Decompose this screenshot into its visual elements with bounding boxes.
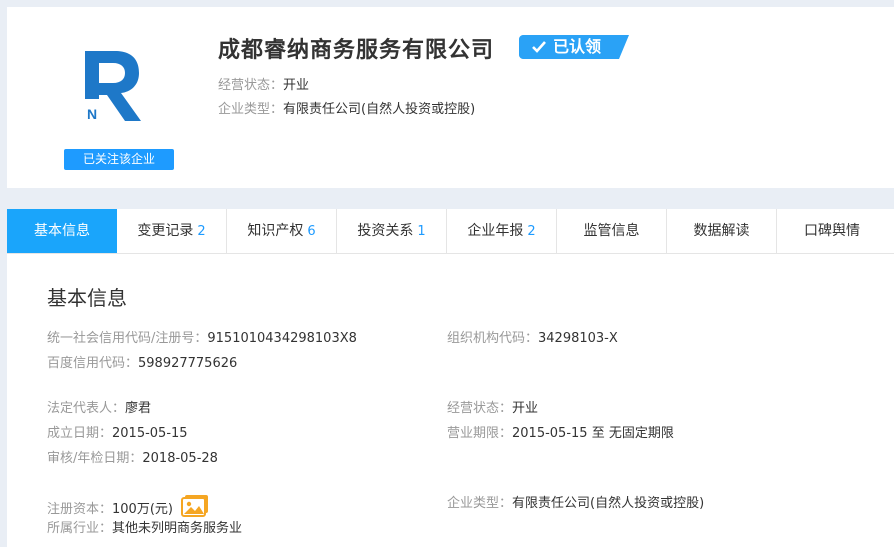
op-status-value: 开业 bbox=[512, 401, 539, 416]
capital-label: 注册资本： bbox=[47, 502, 113, 517]
legal-rep-label: 法定代表人： bbox=[47, 401, 126, 416]
ent-type-field: 企业类型：有限责任公司(自然人投资或控股) bbox=[447, 495, 704, 513]
header-type-label: 企业类型： bbox=[218, 102, 284, 117]
header-type-line: 企业类型：有限责任公司(自然人投资或控股) bbox=[218, 98, 475, 117]
svg-text:N: N bbox=[87, 106, 97, 122]
baidu-code-value: 598927775626 bbox=[138, 356, 238, 371]
term-value: 2015-05-15 至 无固定期限 bbox=[512, 426, 674, 441]
audit-date-label: 审核/年检日期： bbox=[47, 451, 143, 466]
tab-investment[interactable]: 投资关系 1 bbox=[337, 209, 447, 253]
op-status-field: 经营状态：开业 bbox=[447, 400, 538, 418]
header-type-value: 有限责任公司(自然人投资或控股) bbox=[283, 102, 476, 117]
header-status-label: 经营状态： bbox=[218, 78, 284, 93]
tab-basic-info[interactable]: 基本信息 bbox=[7, 209, 117, 253]
tab-label: 基本信息 bbox=[34, 223, 90, 239]
op-status-label: 经营状态： bbox=[447, 401, 513, 416]
term-field: 营业期限：2015-05-15 至 无固定期限 bbox=[447, 425, 674, 443]
credit-code-value: 9151010434298103X8 bbox=[207, 331, 357, 346]
industry-value: 其他未列明商务服务业 bbox=[112, 521, 243, 536]
tab-data-insight[interactable]: 数据解读 bbox=[667, 209, 777, 253]
baidu-code-label: 百度信用代码： bbox=[47, 356, 139, 371]
tab-label: 投资关系 bbox=[357, 223, 414, 239]
audit-date-value: 2018-05-28 bbox=[142, 451, 218, 466]
basic-info-panel: 基本信息 统一社会信用代码/注册号：9151010434298103X8 组织机… bbox=[7, 254, 894, 547]
tab-count: 1 bbox=[417, 224, 426, 239]
image-icon[interactable] bbox=[181, 495, 209, 517]
tab-label: 监管信息 bbox=[583, 223, 640, 239]
check-icon bbox=[532, 41, 546, 53]
tab-label: 知识产权 bbox=[247, 223, 304, 239]
term-label: 营业期限： bbox=[447, 426, 513, 441]
tab-annual-report[interactable]: 企业年报 2 bbox=[447, 209, 557, 253]
founded-label: 成立日期： bbox=[47, 426, 113, 441]
org-code-field: 组织机构代码：34298103-X bbox=[447, 330, 618, 348]
tab-ip[interactable]: 知识产权 6 bbox=[227, 209, 337, 253]
credit-code-field: 统一社会信用代码/注册号：9151010434298103X8 bbox=[47, 330, 357, 348]
org-code-label: 组织机构代码： bbox=[447, 331, 539, 346]
header-status-line: 经营状态：开业 bbox=[218, 74, 309, 93]
tab-count: 6 bbox=[307, 224, 316, 239]
claimed-badge-label: 已认领 bbox=[553, 37, 602, 56]
ent-type-label: 企业类型： bbox=[447, 496, 513, 511]
claimed-badge: 已认领 bbox=[519, 35, 629, 59]
industry-field: 所属行业：其他未列明商务服务业 bbox=[47, 520, 242, 538]
tab-reputation[interactable]: 口碑舆情 bbox=[777, 209, 887, 253]
company-header: N 已关注该企业 成都睿纳商务服务有限公司 已认领 经营状态：开业 企业类型：有… bbox=[7, 7, 894, 188]
tab-label: 口碑舆情 bbox=[804, 223, 860, 239]
tab-bar: 基本信息 变更记录 2 知识产权 6 投资关系 1 企业年报 2 监管信息 数据解读 口… bbox=[7, 209, 894, 254]
audit-date-field: 审核/年检日期：2018-05-28 bbox=[47, 450, 218, 468]
tab-change-records[interactable]: 变更记录 2 bbox=[117, 209, 227, 253]
company-logo: N bbox=[85, 51, 141, 122]
tab-label: 数据解读 bbox=[693, 223, 750, 239]
tab-label: 变更记录 bbox=[137, 223, 194, 239]
follow-company-button[interactable]: 已关注该企业 bbox=[64, 149, 174, 170]
founded-field: 成立日期：2015-05-15 bbox=[47, 425, 188, 443]
founded-value: 2015-05-15 bbox=[112, 426, 188, 441]
legal-rep-field: 法定代表人：廖君 bbox=[47, 400, 151, 418]
credit-code-label: 统一社会信用代码/注册号： bbox=[47, 331, 208, 346]
tab-regulatory[interactable]: 监管信息 bbox=[557, 209, 667, 253]
tab-label: 企业年报 bbox=[467, 223, 524, 239]
baidu-code-field: 百度信用代码：598927775626 bbox=[47, 355, 237, 373]
header-status-value: 开业 bbox=[283, 78, 310, 93]
capital-field: 注册资本：100万(元) bbox=[47, 495, 209, 519]
section-title: 基本信息 bbox=[47, 286, 127, 310]
org-code-value: 34298103-X bbox=[538, 331, 618, 346]
industry-label: 所属行业： bbox=[47, 521, 113, 536]
capital-value: 100万(元) bbox=[112, 502, 173, 517]
company-name: 成都睿纳商务服务有限公司 bbox=[218, 38, 495, 63]
legal-rep-value: 廖君 bbox=[125, 401, 152, 416]
tab-count: 2 bbox=[197, 224, 206, 239]
tab-count: 2 bbox=[527, 224, 536, 239]
ent-type-value: 有限责任公司(自然人投资或控股) bbox=[512, 496, 705, 511]
